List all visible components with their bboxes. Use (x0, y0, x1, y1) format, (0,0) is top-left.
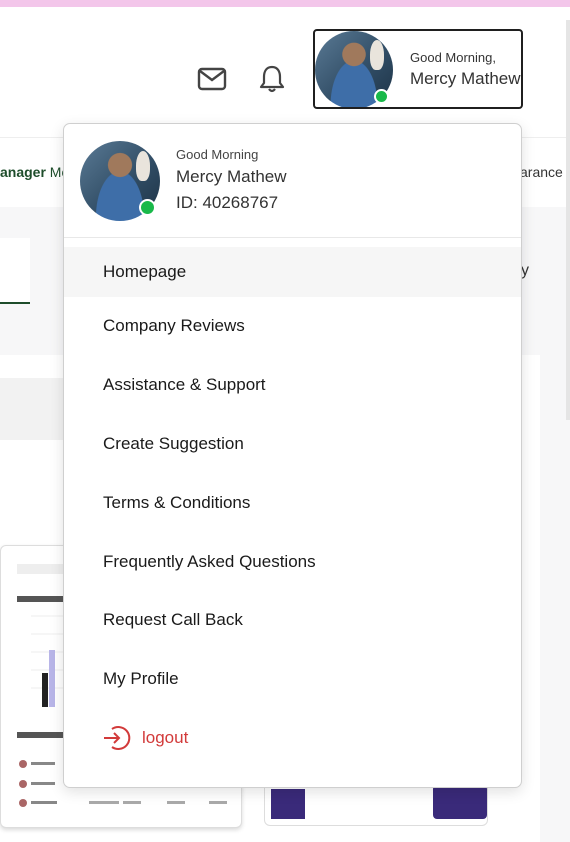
menu-item-assistance-support[interactable]: Assistance & Support (64, 356, 521, 415)
mail-icon[interactable] (196, 63, 228, 95)
logout-button[interactable]: logout (64, 709, 521, 768)
menu-item-my-profile[interactable]: My Profile (64, 650, 521, 709)
logout-icon (102, 724, 132, 752)
scrollbar-track[interactable] (566, 20, 570, 420)
subnav-item-right[interactable]: arance (520, 164, 563, 180)
menu-item-request-call-back[interactable]: Request Call Back (64, 591, 521, 650)
menu-item-create-suggestion[interactable]: Create Suggestion (64, 415, 521, 474)
background-block (0, 378, 70, 440)
greeting-text: Good Morning (176, 147, 259, 162)
user-id: ID: 40268767 (176, 193, 279, 212)
user-name: Mercy Mathew (176, 167, 287, 186)
menu-item-faq[interactable]: Frequently Asked Questions (64, 532, 521, 591)
bell-icon[interactable] (256, 63, 288, 95)
greeting-text: Good Morning, (410, 50, 496, 65)
subnav-item-left[interactable]: anager Mo (0, 164, 69, 180)
user-name: Mercy Mathew (410, 69, 521, 88)
top-strip (0, 0, 570, 7)
dropdown-header: Good Morning Mercy Mathew ID: 40268767 (64, 124, 521, 238)
background-text: y (521, 262, 529, 279)
profile-dropdown-menu: Good Morning Mercy Mathew ID: 40268767 H… (63, 123, 522, 788)
menu-item-company-reviews[interactable]: Company Reviews (64, 297, 521, 356)
online-status-dot (374, 89, 389, 104)
profile-menu-toggle[interactable]: Good Morning, Mercy Mathew (313, 29, 523, 109)
logout-label: logout (142, 727, 189, 747)
dropdown-menu-list: Homepage Company Reviews Assistance & Su… (64, 247, 521, 767)
menu-item-terms-conditions[interactable]: Terms & Conditions (64, 473, 521, 532)
online-status-dot (139, 199, 156, 216)
background-tab (0, 238, 30, 304)
menu-item-homepage[interactable]: Homepage (64, 247, 521, 297)
